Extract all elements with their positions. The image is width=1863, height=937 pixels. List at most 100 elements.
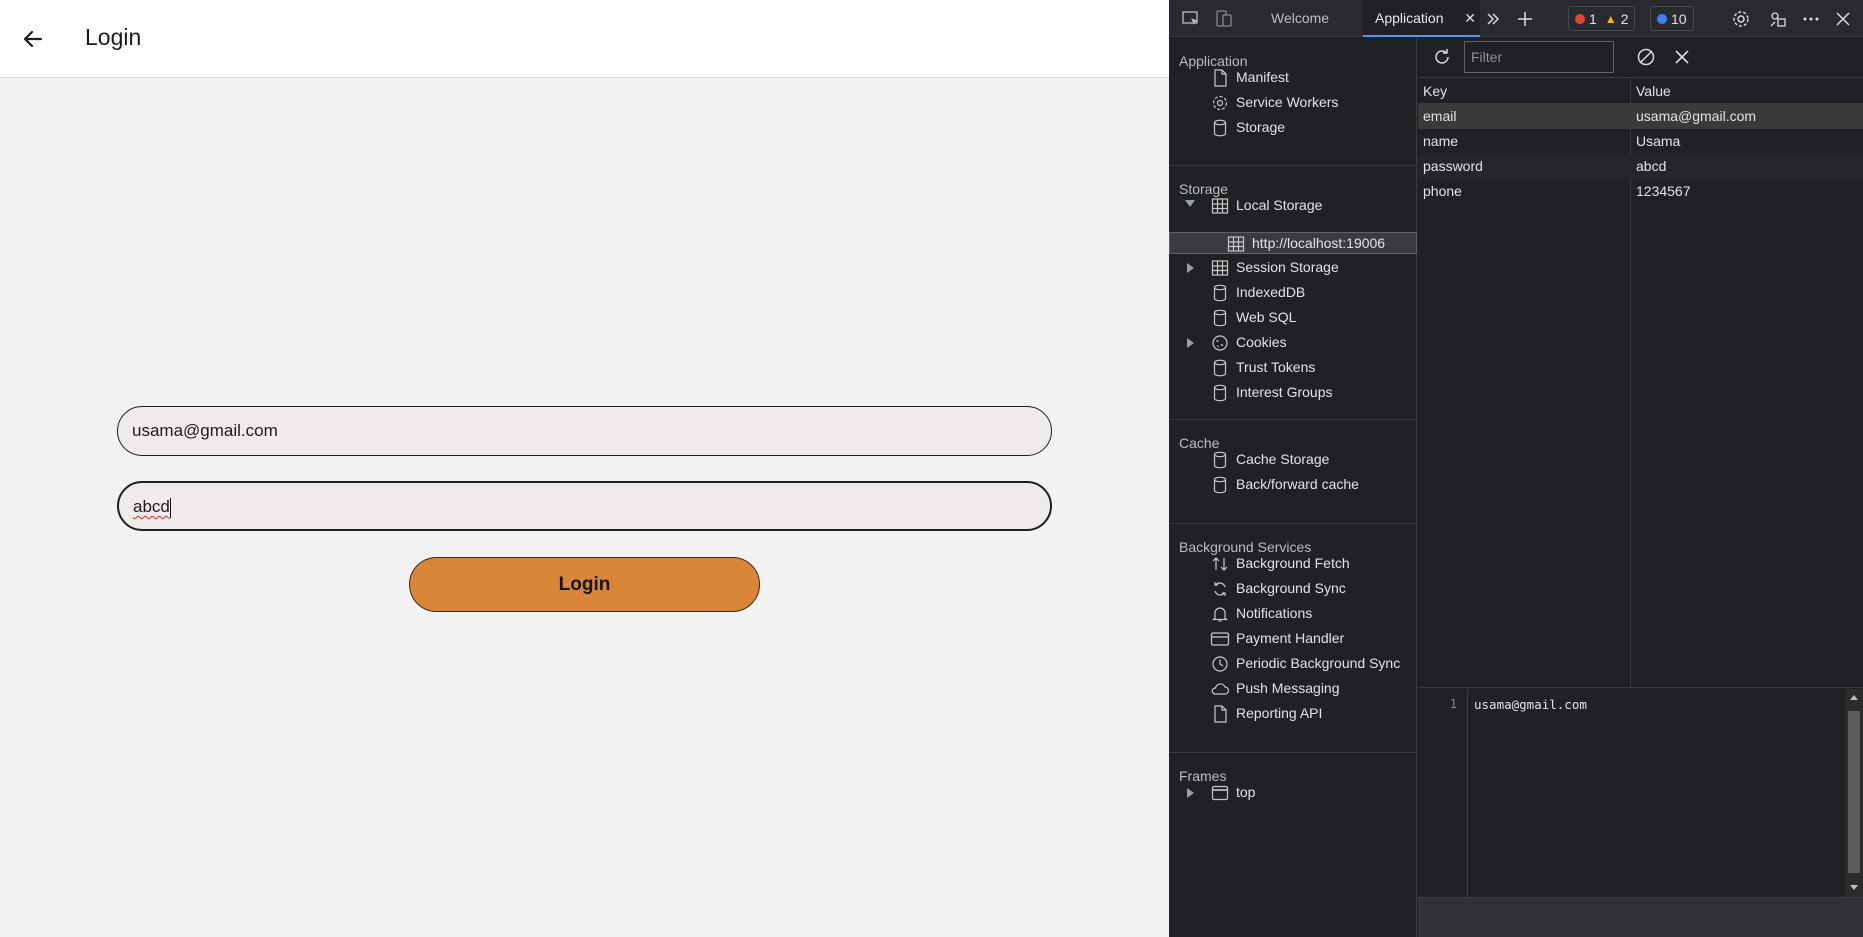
storage-view: Key Value email usama@gmail.com name Usa…	[1418, 38, 1863, 937]
value-preview-pane[interactable]: 1 usama@gmail.com	[1418, 689, 1863, 897]
device-emulation-icon[interactable]	[1212, 7, 1236, 31]
collapsed-arrow-icon[interactable]	[1187, 788, 1194, 798]
clear-all-icon[interactable]	[1634, 45, 1658, 69]
add-tab-icon[interactable]	[1513, 7, 1537, 31]
table-row[interactable]: password abcd	[1418, 154, 1863, 179]
column-header-value[interactable]: Value	[1636, 83, 1671, 99]
sidebar-item-local-origin[interactable]: http://localhost:19006	[1169, 232, 1417, 254]
column-header-key[interactable]: Key	[1423, 83, 1447, 99]
sidebar-item-label: Service Workers	[1236, 94, 1339, 110]
sidebar-item-label: Reporting API	[1236, 705, 1323, 721]
sidebar-item-back-forward-cache[interactable]: Back/forward cache	[1169, 474, 1417, 495]
email-field[interactable]: usama@gmail.com	[117, 406, 1052, 456]
sidebar-item-label: Web SQL	[1236, 309, 1297, 325]
bell-icon	[1210, 604, 1230, 624]
divider	[1169, 165, 1417, 166]
sidebar-item-cache-storage[interactable]: Cache Storage	[1169, 449, 1417, 470]
divider	[1169, 752, 1417, 753]
row-value: abcd	[1636, 158, 1667, 174]
arrow-left-icon	[23, 30, 43, 48]
page-title: Login	[85, 24, 142, 50]
sidebar-item-label: Cache Storage	[1236, 451, 1330, 467]
sidebar-item-label: http://localhost:19006	[1252, 235, 1386, 251]
table-grid-icon	[1210, 258, 1230, 278]
database-icon	[1210, 308, 1230, 328]
collapsed-arrow-icon[interactable]	[1187, 338, 1194, 348]
sidebar-item-manifest[interactable]: Manifest	[1169, 67, 1417, 88]
row-key: password	[1423, 158, 1483, 174]
password-field[interactable]: abcd	[117, 481, 1052, 531]
sidebar-item-cookies[interactable]: Cookies	[1169, 332, 1417, 353]
login-button[interactable]: Login	[409, 557, 760, 612]
tab-application[interactable]: Application ✕	[1363, 0, 1480, 37]
table-row[interactable]: email usama@gmail.com	[1418, 104, 1863, 129]
more-options-icon[interactable]	[1799, 7, 1823, 31]
sidebar-item-background-fetch[interactable]: Background Fetch	[1169, 553, 1417, 574]
sidebar-item-websql[interactable]: Web SQL	[1169, 307, 1417, 328]
database-icon	[1210, 283, 1230, 303]
sidebar-item-indexeddb[interactable]: IndexedDB	[1169, 282, 1417, 303]
line-gutter: 1	[1418, 689, 1468, 897]
tab-close-icon[interactable]: ✕	[1464, 0, 1476, 37]
message-count: 10	[1671, 10, 1687, 27]
delete-selected-icon[interactable]	[1670, 45, 1694, 69]
database-icon	[1210, 450, 1230, 470]
messages-counter[interactable]: 10	[1650, 6, 1694, 31]
customize-icon[interactable]	[1766, 7, 1790, 31]
issues-counter[interactable]: 1 ▲ 2	[1568, 6, 1636, 31]
tab-welcome[interactable]: Welcome	[1271, 0, 1329, 37]
back-button[interactable]	[14, 20, 52, 58]
table-row[interactable]: phone 1234567	[1418, 179, 1863, 204]
sidebar-item-notifications[interactable]: Notifications	[1169, 603, 1417, 624]
sidebar-item-trust-tokens[interactable]: Trust Tokens	[1169, 357, 1417, 378]
scroll-up-icon[interactable]	[1850, 695, 1858, 700]
sidebar-item-payment-handler[interactable]: Payment Handler	[1169, 628, 1417, 649]
sidebar-item-session-storage[interactable]: Session Storage	[1169, 257, 1417, 278]
clock-icon	[1210, 654, 1230, 674]
expand-arrow-icon[interactable]	[1185, 200, 1195, 207]
sidebar-item-label: Payment Handler	[1236, 630, 1345, 646]
filter-input[interactable]	[1464, 41, 1614, 73]
close-devtools-icon[interactable]	[1831, 7, 1855, 31]
frame-window-icon	[1210, 783, 1230, 803]
more-tabs-icon[interactable]	[1481, 7, 1505, 31]
document-icon	[1210, 68, 1230, 88]
sidebar-item-periodic-background-sync[interactable]: Periodic Background Sync	[1169, 653, 1417, 674]
cookie-icon	[1210, 333, 1230, 353]
sidebar-item-frame-top[interactable]: top	[1169, 782, 1417, 803]
settings-gear-icon[interactable]	[1729, 7, 1753, 31]
sidebar-item-label: Storage	[1236, 119, 1286, 135]
refresh-icon[interactable]	[1430, 45, 1454, 69]
devtools-toolbar: Welcome Application ✕ 1 ▲ 2 10	[1169, 0, 1863, 37]
inspect-element-icon[interactable]	[1179, 7, 1203, 31]
sidebar-item-interest-groups[interactable]: Interest Groups	[1169, 382, 1417, 403]
database-icon	[1210, 475, 1230, 495]
sidebar-item-label: Notifications	[1236, 605, 1313, 621]
sidebar-item-background-sync[interactable]: Background Sync	[1169, 578, 1417, 599]
divider	[1169, 523, 1417, 524]
sync-icon	[1210, 579, 1230, 599]
row-value: 1234567	[1636, 183, 1691, 199]
text-caret	[169, 497, 171, 518]
scrollbar-thumb[interactable]	[1848, 711, 1860, 873]
sidebar-item-local-storage[interactable]: Local Storage	[1169, 195, 1417, 216]
collapsed-arrow-icon[interactable]	[1187, 263, 1194, 273]
scroll-down-icon[interactable]	[1850, 885, 1858, 890]
table-row[interactable]: name Usama	[1418, 129, 1863, 154]
vertical-scrollbar[interactable]	[1845, 689, 1863, 897]
sidebar-item-label: Cookies	[1236, 334, 1287, 350]
sidebar-item-service-workers[interactable]: Service Workers	[1169, 92, 1417, 113]
row-key: phone	[1423, 183, 1462, 199]
sidebar-item-push-messaging[interactable]: Push Messaging	[1169, 678, 1417, 699]
sidebar-item-label: Background Sync	[1236, 580, 1346, 596]
sidebar-item-label: Manifest	[1236, 69, 1289, 85]
sidebar-item-storage[interactable]: Storage	[1169, 117, 1417, 138]
row-value: Usama	[1636, 133, 1681, 149]
row-key: email	[1423, 108, 1457, 124]
application-sidebar: Application Manifest Service Workers Sto…	[1169, 38, 1417, 937]
row-value: usama@gmail.com	[1636, 108, 1757, 124]
warning-icon: ▲	[1604, 11, 1617, 26]
row-key: name	[1423, 133, 1459, 149]
sidebar-item-reporting-api[interactable]: Reporting API	[1169, 703, 1417, 724]
sidebar-item-label: Periodic Background Sync	[1236, 655, 1401, 671]
